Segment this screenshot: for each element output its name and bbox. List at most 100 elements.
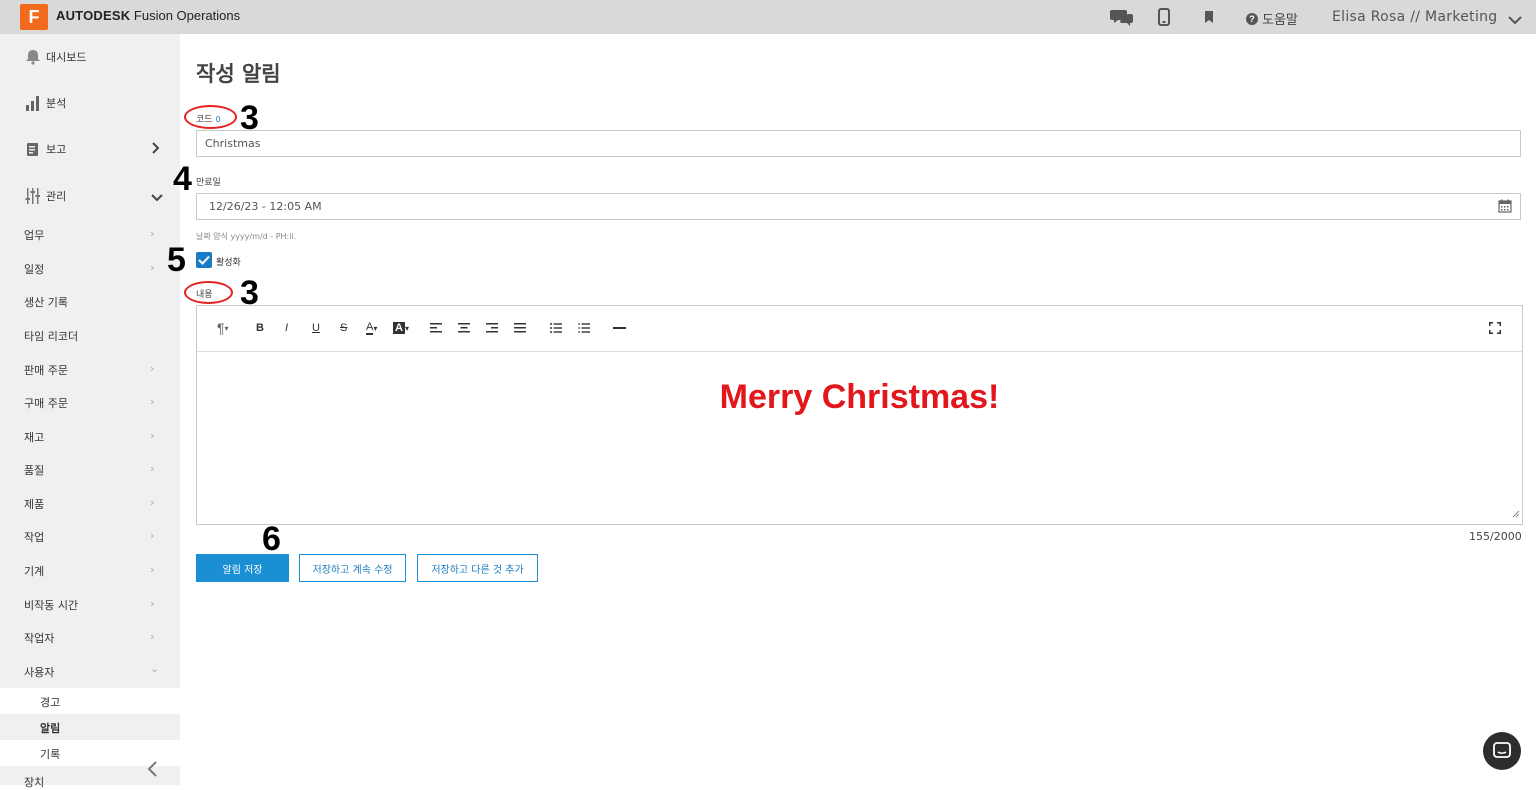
sidebar-sub-machines[interactable]: 기계 [24, 563, 44, 579]
fullscreen-icon [1489, 322, 1501, 334]
align-right-icon [486, 323, 498, 333]
chevron-right-icon[interactable]: › [150, 630, 154, 643]
sidebar-item-dashboard[interactable]: 대시보드 [24, 48, 86, 66]
expiry-label: 만료일 [196, 178, 221, 188]
caret-icon: ▾ [224, 323, 229, 333]
top-bar: F AUTODESK Fusion Operations ? 도움말 Elisa… [0, 0, 1536, 34]
font-color-button[interactable]: A ▾ [366, 320, 377, 336]
save-and-add-another-button[interactable]: 저장하고 다른 것 추가 [417, 554, 538, 582]
annotation-ring-code [184, 105, 237, 129]
calendar-icon[interactable] [1498, 199, 1512, 216]
underline-button[interactable]: U [312, 320, 320, 336]
fusion-logo[interactable]: F [20, 4, 48, 30]
background-color-icon: A [393, 322, 405, 334]
active-label[interactable]: 활성화 [216, 255, 241, 268]
sliders-icon [24, 187, 42, 205]
sidebar-sub-products[interactable]: 제품 [24, 496, 44, 512]
chevron-right-icon[interactable]: › [150, 395, 154, 408]
sidebar-sub-quality[interactable]: 품질 [24, 462, 44, 478]
bullet-list-button[interactable] [550, 320, 562, 336]
chevron-right-icon[interactable]: › [150, 529, 154, 542]
brand-product: Fusion Operations [130, 8, 241, 23]
align-left-button[interactable] [430, 320, 442, 336]
sidebar-sub-sales-orders[interactable]: 판매 주문 [24, 362, 68, 378]
resize-handle-icon[interactable] [1512, 503, 1520, 522]
fullscreen-button[interactable] [1489, 320, 1501, 336]
font-color-icon: A [366, 321, 374, 335]
sidebar-subsub-notifications[interactable]: 알림 [40, 720, 60, 736]
caret-icon: ▾ [404, 323, 409, 333]
sidebar-sub-operators[interactable]: 작업자 [24, 630, 54, 646]
chevron-right-icon[interactable]: › [150, 496, 154, 509]
sidebar-item-management[interactable]: 관리 [24, 187, 66, 205]
numbered-list-button[interactable] [578, 320, 590, 336]
align-center-icon [458, 323, 470, 333]
align-justify-button[interactable] [514, 320, 526, 336]
sidebar-sub-tasks[interactable]: 업무 [24, 227, 44, 243]
sidebar-sub-devices[interactable]: 장치 [24, 774, 44, 790]
horizontal-rule-button[interactable] [613, 320, 626, 336]
chevron-right-icon[interactable]: › [150, 462, 154, 475]
sidebar-sub-schedule[interactable]: 일정 [24, 261, 44, 277]
sidebar-sub-purchase-orders[interactable]: 구매 주문 [24, 395, 68, 411]
chevron-down-icon[interactable] [1508, 10, 1522, 29]
active-checkbox[interactable] [196, 252, 212, 268]
sidebar-sub-jobs[interactable]: 작업 [24, 529, 44, 545]
brand-autodesk: AUTODESK [56, 8, 131, 23]
chevron-right-icon[interactable]: › [150, 227, 154, 240]
italic-button[interactable]: I [285, 320, 288, 336]
horizontal-rule-icon [613, 327, 626, 329]
bold-button[interactable]: B [256, 320, 264, 336]
annotation-number: 5 [167, 241, 186, 279]
numbered-list-icon [578, 323, 590, 333]
chevron-down-icon[interactable] [151, 190, 163, 204]
bookmark-icon[interactable] [1204, 7, 1214, 27]
sidebar-sub-inventory[interactable]: 재고 [24, 429, 44, 445]
paragraph-format-button[interactable]: ¶ ▾ [217, 320, 229, 336]
user-menu[interactable]: Elisa Rosa // Marketing [1332, 9, 1498, 25]
chevron-down-icon[interactable]: ⌄ [150, 662, 159, 675]
rich-text-editor[interactable]: ¶ ▾ B I U S A ▾ A ▾ Merry Christmas! [196, 305, 1523, 525]
chevron-right-icon[interactable]: › [150, 261, 154, 274]
character-counter: 155/2000 [1469, 530, 1522, 543]
align-right-button[interactable] [486, 320, 498, 336]
page-title: 작성 알림 [196, 62, 281, 86]
align-center-button[interactable] [458, 320, 470, 336]
annotation-number: 6 [262, 520, 281, 558]
strikethrough-button[interactable]: S [340, 320, 347, 336]
sidebar-item-label: 분석 [46, 97, 67, 110]
collapse-sidebar-icon[interactable] [146, 760, 158, 783]
help-label: 도움말 [1262, 13, 1298, 28]
sidebar-sub-downtime[interactable]: 비작동 시간 [24, 597, 78, 613]
editor-content[interactable]: Merry Christmas! [197, 378, 1522, 417]
mobile-icon[interactable] [1158, 7, 1170, 27]
save-and-continue-button[interactable]: 저장하고 계속 수정 [299, 554, 406, 582]
chevron-right-icon[interactable]: › [150, 597, 154, 610]
background-color-button[interactable]: A ▾ [393, 320, 409, 336]
expiry-date-value: 12/26/23 - 12:05 AM [209, 200, 322, 213]
chevron-right-icon[interactable]: › [150, 362, 154, 375]
chevron-right-icon[interactable] [151, 142, 160, 157]
chat-bubble-icon [1493, 742, 1511, 758]
chat-icon[interactable] [1110, 7, 1134, 27]
help-link[interactable]: ? 도움말 [1246, 9, 1298, 28]
chevron-right-icon[interactable]: › [150, 429, 154, 442]
sidebar-item-reports[interactable]: 보고 [24, 140, 66, 158]
help-icon: ? [1246, 12, 1258, 25]
report-icon [24, 140, 42, 158]
sidebar-subsub-warnings[interactable]: 경고 [40, 694, 60, 710]
annotation-number: 3 [240, 99, 259, 137]
expiry-date-input[interactable]: 12/26/23 - 12:05 AM [196, 193, 1521, 220]
bell-icon [24, 48, 42, 66]
sidebar-subsub-history[interactable]: 기록 [40, 746, 60, 762]
bullet-list-icon [550, 323, 562, 333]
checkmark-icon [198, 255, 210, 265]
sidebar-item-analytics[interactable]: 분석 [24, 94, 66, 112]
support-chat-button[interactable] [1483, 732, 1521, 770]
sidebar-sub-production-log[interactable]: 생산 기록 [24, 294, 68, 310]
code-input[interactable]: Christmas [196, 130, 1521, 157]
sidebar-sub-users[interactable]: 사용자 [24, 664, 54, 680]
sidebar-sub-time-recorder[interactable]: 타임 리코더 [24, 328, 78, 344]
save-notification-button[interactable]: 알림 저장 [196, 554, 289, 582]
chevron-right-icon[interactable]: › [150, 563, 154, 576]
